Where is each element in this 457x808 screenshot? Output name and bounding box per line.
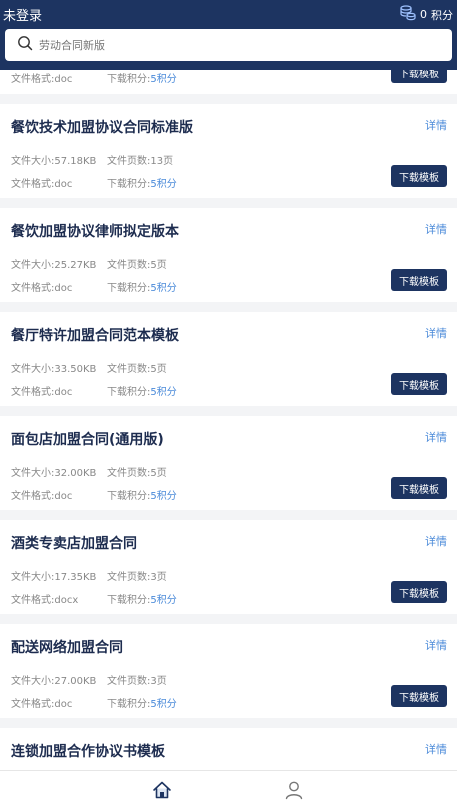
document-title[interactable]: 连锁加盟合作协议书模板: [11, 741, 165, 761]
download-button[interactable]: 下载模板: [391, 685, 447, 707]
file-size: 文件大小:25.27KB: [11, 260, 97, 271]
page-count: 文件页数:5页: [107, 260, 167, 271]
detail-link[interactable]: 详情: [425, 429, 447, 445]
meta-row-format: 文件格式:docx 下载积分:5积分: [11, 591, 177, 606]
download-button[interactable]: 下载模板: [391, 373, 447, 395]
list-item[interactable]: 餐饮技术加盟协议合同标准版 详情 文件大小:57.18KB 文件页数:13页 文…: [0, 104, 457, 198]
file-size: 文件大小:32.00KB: [11, 468, 97, 479]
list-item[interactable]: 餐厅特许加盟合同范本模板 详情 文件大小:33.50KB 文件页数:5页 文件格…: [0, 312, 457, 406]
download-points: 下载积分:5积分: [107, 283, 177, 294]
detail-link[interactable]: 详情: [425, 637, 447, 653]
coins-icon: [400, 5, 416, 24]
file-format: 文件格式:doc: [11, 699, 73, 710]
document-title[interactable]: 餐厅特许加盟合同范本模板: [11, 325, 179, 345]
file-format: 文件格式:doc: [11, 283, 73, 294]
points-value: 0: [420, 8, 427, 21]
meta-row-size: 文件大小:33.50KB 文件页数:5页: [11, 360, 167, 375]
meta-row-format: 文件格式:doc 下载积分:5积分: [11, 279, 177, 294]
list-item[interactable]: 餐饮加盟协议律师拟定版本 详情 文件大小:25.27KB 文件页数:5页 文件格…: [0, 208, 457, 302]
page-count: 文件页数:5页: [107, 468, 167, 479]
download-button[interactable]: 下载模板: [391, 581, 447, 603]
document-title[interactable]: 配送网络加盟合同: [11, 637, 123, 657]
download-points: 下载积分:5积分: [107, 595, 177, 606]
download-button[interactable]: 下载模板: [391, 477, 447, 499]
detail-link[interactable]: 详情: [425, 117, 447, 133]
detail-link[interactable]: 详情: [425, 533, 447, 549]
download-points: 下载积分:5积分: [107, 179, 177, 190]
download-points: 下载积分:5积分: [107, 387, 177, 398]
home-icon[interactable]: [152, 780, 172, 804]
search-bar[interactable]: [5, 29, 452, 61]
file-size: 文件大小:57.18KB: [11, 156, 97, 167]
detail-link[interactable]: 详情: [425, 741, 447, 757]
points-label: 积分: [431, 8, 453, 22]
detail-link[interactable]: 详情: [425, 221, 447, 237]
meta-row-format: 文件格式:doc 下载积分:5积分: [11, 487, 177, 502]
points-display[interactable]: 0 积分: [400, 5, 453, 24]
list-item-partial[interactable]: 文件格式:doc 下载积分:5积分 下载模板: [0, 70, 457, 94]
user-icon[interactable]: [284, 780, 304, 804]
file-format: 文件格式:doc: [11, 74, 73, 85]
page-count: 文件页数:3页: [107, 676, 167, 687]
file-size: 文件大小:27.00KB: [11, 676, 97, 687]
list-item[interactable]: 连锁加盟合作协议书模板 详情: [0, 728, 457, 770]
meta-row-size: 文件大小:17.35KB 文件页数:3页: [11, 568, 167, 583]
search-icon: [17, 35, 33, 55]
page-count: 文件页数:13页: [107, 156, 174, 167]
list-item[interactable]: 面包店加盟合同(通用版) 详情 文件大小:32.00KB 文件页数:5页 文件格…: [0, 416, 457, 510]
document-title[interactable]: 餐饮技术加盟协议合同标准版: [11, 117, 193, 137]
meta-row-size: 文件大小:32.00KB 文件页数:5页: [11, 464, 167, 479]
document-title[interactable]: 面包店加盟合同(通用版): [11, 429, 164, 449]
list-item[interactable]: 酒类专卖店加盟合同 详情 文件大小:17.35KB 文件页数:3页 文件格式:d…: [0, 520, 457, 614]
file-format: 文件格式:doc: [11, 387, 73, 398]
download-button[interactable]: 下载模板: [391, 165, 447, 187]
document-title[interactable]: 酒类专卖店加盟合同: [11, 533, 137, 553]
document-list: 文件格式:doc 下载积分:5积分 下载模板 餐饮技术加盟协议合同标准版 详情 …: [0, 70, 457, 770]
meta-row-format: 文件格式:doc 下载积分:5积分: [11, 175, 177, 190]
search-input[interactable]: [39, 38, 419, 52]
download-button[interactable]: 下载模板: [391, 70, 447, 83]
download-points: 下载积分:5积分: [107, 491, 177, 502]
meta-row-format: 文件格式:doc 下载积分:5积分: [11, 695, 177, 710]
page-count: 文件页数:3页: [107, 572, 167, 583]
file-format: 文件格式:doc: [11, 491, 73, 502]
download-points: 下载积分:5积分: [107, 699, 177, 710]
file-format: 文件格式:docx: [11, 595, 79, 606]
bottom-nav: [0, 770, 457, 808]
header: 未登录 0 积分: [0, 0, 457, 70]
page-count: 文件页数:5页: [107, 364, 167, 375]
meta-row-size: 文件大小:25.27KB 文件页数:5页: [11, 256, 167, 271]
meta-row-size: 文件大小:27.00KB 文件页数:3页: [11, 672, 167, 687]
download-points: 下载积分:5积分: [107, 74, 177, 85]
meta-row-size: 文件大小:57.18KB 文件页数:13页: [11, 152, 173, 167]
meta-row-format: 文件格式:doc 下载积分:5积分: [11, 383, 177, 398]
document-title[interactable]: 餐饮加盟协议律师拟定版本: [11, 221, 179, 241]
meta-row-format: 文件格式:doc 下载积分:5积分: [11, 70, 177, 85]
file-size: 文件大小:33.50KB: [11, 364, 97, 375]
file-size: 文件大小:17.35KB: [11, 572, 97, 583]
detail-link[interactable]: 详情: [425, 325, 447, 341]
login-status[interactable]: 未登录: [3, 5, 42, 24]
list-item[interactable]: 配送网络加盟合同 详情 文件大小:27.00KB 文件页数:3页 文件格式:do…: [0, 624, 457, 718]
file-format: 文件格式:doc: [11, 179, 73, 190]
download-button[interactable]: 下载模板: [391, 269, 447, 291]
